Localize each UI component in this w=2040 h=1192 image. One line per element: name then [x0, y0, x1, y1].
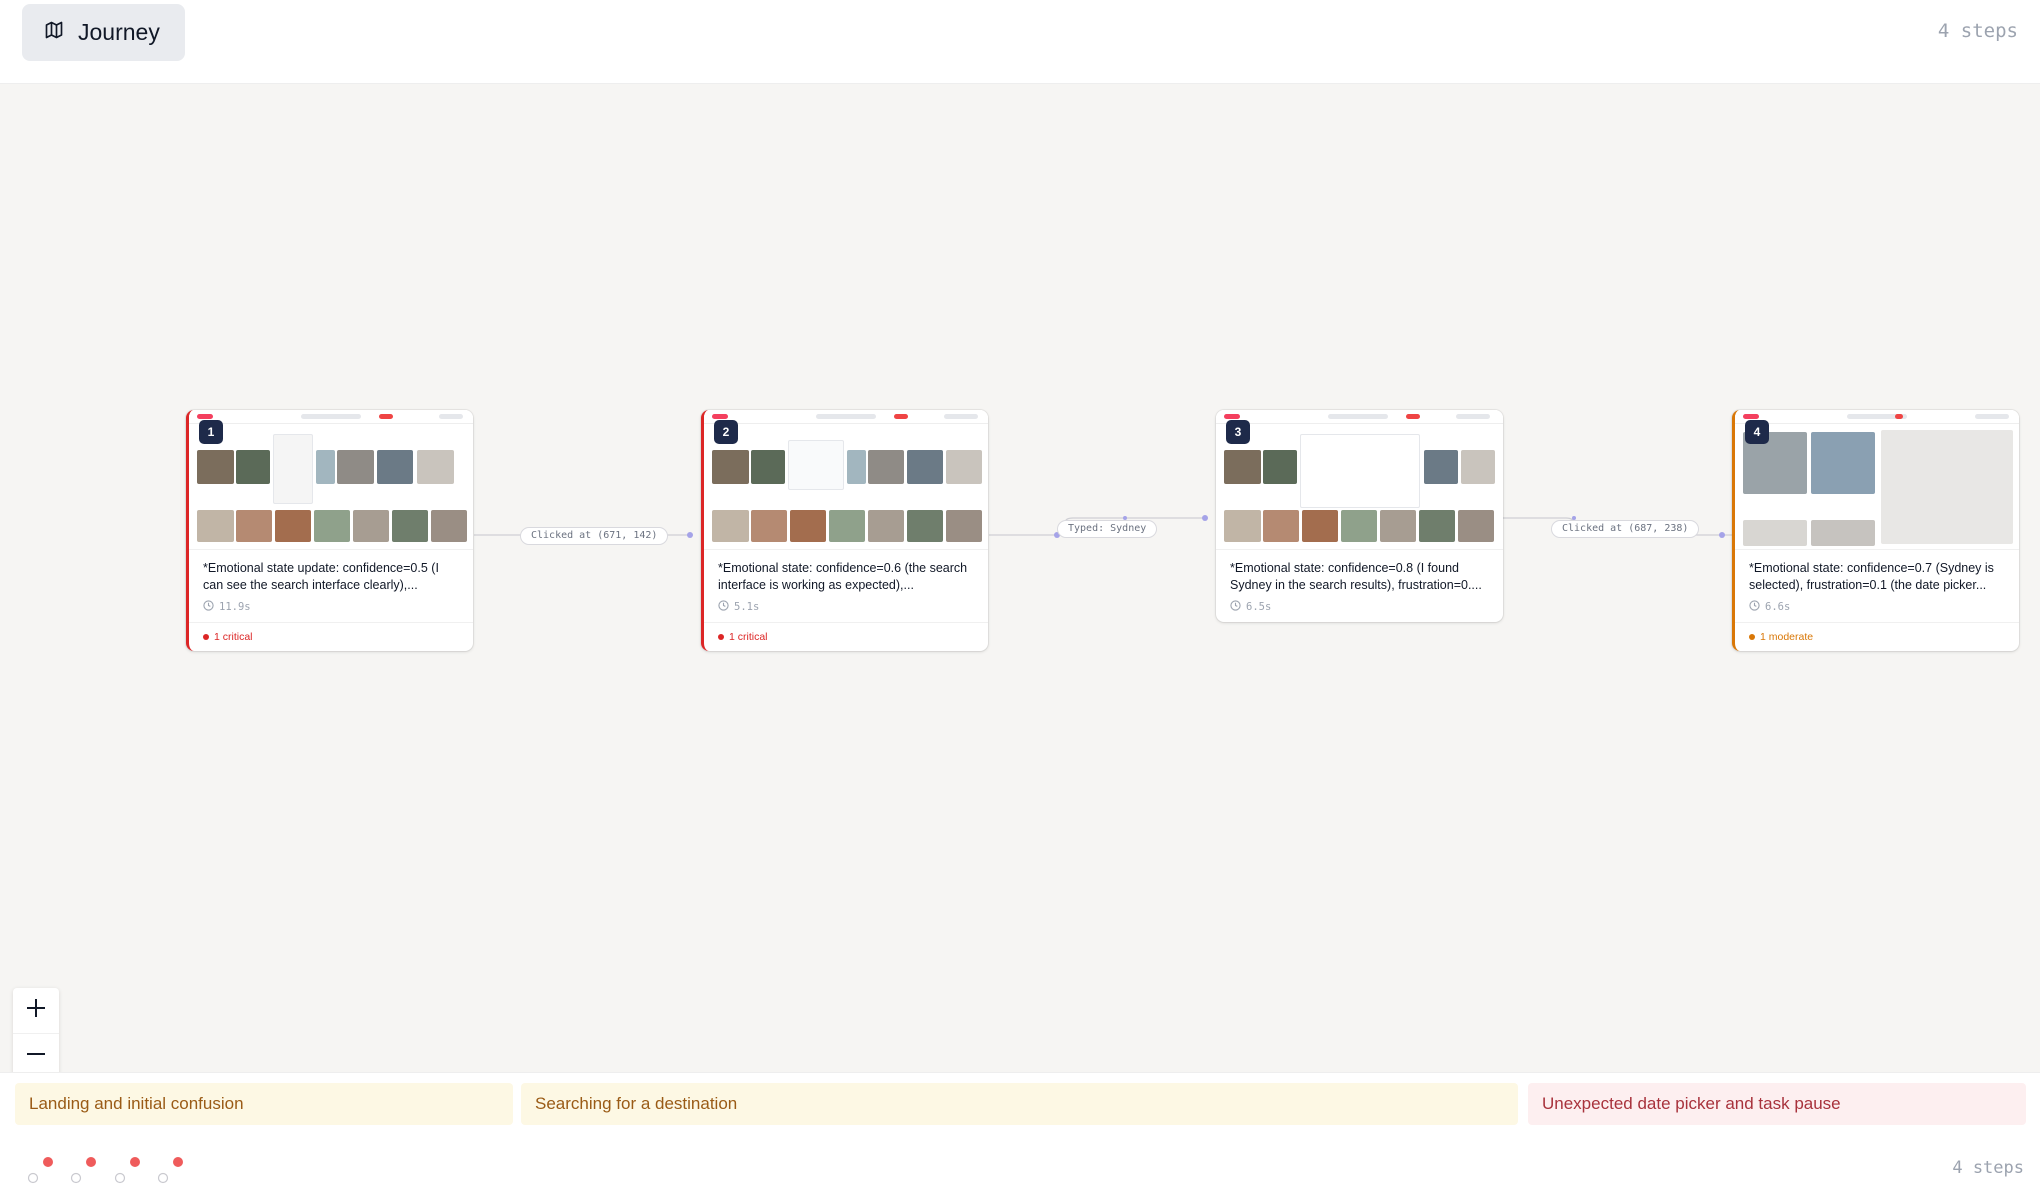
header: Journey 4 steps [0, 0, 2040, 84]
edge-label: Clicked at (671, 142) [520, 527, 669, 545]
zoom-controls [13, 988, 59, 1072]
edge-label: Typed: Sydney [1057, 520, 1158, 538]
mini-navbar [704, 410, 988, 424]
phase-label: Searching for a destination [535, 1094, 738, 1113]
step-card-4[interactable]: 4 *Emotional state: confidence=0.7 (Sydn… [1732, 410, 2019, 651]
step-description: *Emotional state: confidence=0.7 (Sydney… [1749, 561, 1994, 592]
timeline-step-2 [70, 1157, 96, 1184]
journey-button[interactable]: Journey [22, 4, 185, 61]
issue-summary: 1 critical [189, 622, 473, 651]
step-screenshot: 2 [704, 410, 988, 550]
bottom-bar: 4 steps [0, 1136, 2040, 1192]
moderate-dot [1749, 634, 1755, 640]
zoom-out-icon [25, 1043, 47, 1070]
timeline-step-1 [27, 1157, 53, 1184]
step-card-3[interactable]: 3 *Emotional state: confidence=0.8 (I fo… [1216, 410, 1503, 622]
issue-label: 1 moderate [1760, 631, 1814, 643]
clock-icon [718, 600, 729, 614]
mini-navbar [1735, 410, 2019, 424]
duration-value: 6.6s [1765, 601, 1791, 613]
journey-canvas[interactable]: Clicked at (671, 142) Typed: Sydney Clic… [0, 84, 2040, 1072]
step-description: *Emotional state update: confidence=0.5 … [203, 561, 439, 592]
mini-navbar [1216, 410, 1503, 424]
timeline-step-4 [157, 1157, 183, 1184]
edge-handle [687, 532, 693, 538]
step-description: *Emotional state: confidence=0.6 (the se… [718, 561, 968, 592]
edge-label: Clicked at (687, 238) [1551, 520, 1700, 538]
zoom-in-icon [25, 997, 47, 1024]
issue-summary: 1 moderate [1735, 622, 2019, 651]
step-number-badge: 4 [1745, 420, 1769, 444]
mini-navbar [189, 410, 473, 424]
critical-dot [203, 634, 209, 640]
clock-icon [203, 600, 214, 614]
step-card-1[interactable]: 1 *Emotional state update: confidence=0.… [186, 410, 473, 651]
phase-label: Unexpected date picker and task pause [1542, 1094, 1841, 1113]
duration-value: 11.9s [219, 601, 251, 613]
step-screenshot: 1 [189, 410, 473, 550]
clock-icon [1749, 600, 1760, 614]
date-picker-popup [1300, 434, 1420, 508]
map-icon [44, 20, 64, 45]
clock-icon [1230, 600, 1241, 614]
issue-label: 1 critical [214, 631, 253, 643]
edge-handle [1202, 515, 1208, 521]
step-duration: 6.6s [1749, 600, 2005, 614]
step-timeline [27, 1157, 183, 1184]
step-number-badge: 1 [199, 420, 223, 444]
phase-landing[interactable]: Landing and initial confusion [15, 1083, 513, 1125]
phase-label: Landing and initial confusion [29, 1094, 244, 1113]
phase-date-picker[interactable]: Unexpected date picker and task pause [1528, 1083, 2026, 1125]
issue-summary: 1 critical [704, 622, 988, 651]
edge-handle [1719, 532, 1725, 538]
step-number-badge: 3 [1226, 420, 1250, 444]
phase-searching[interactable]: Searching for a destination [521, 1083, 1518, 1125]
duration-value: 6.5s [1246, 601, 1272, 613]
step-screenshot: 4 [1735, 410, 2019, 550]
steps-count: 4 steps [1937, 20, 2018, 42]
critical-dot [718, 634, 724, 640]
step-duration: 6.5s [1230, 600, 1489, 614]
timeline-step-3 [114, 1157, 140, 1184]
zoom-in-button[interactable] [13, 988, 59, 1034]
phase-strip: Landing and initial confusion Searching … [0, 1072, 2040, 1136]
step-screenshot: 3 [1216, 410, 1503, 550]
issue-label: 1 critical [729, 631, 768, 643]
steps-count-footer: 4 steps [1952, 1158, 2024, 1178]
step-duration: 11.9s [203, 600, 459, 614]
step-number-badge: 2 [714, 420, 738, 444]
zoom-out-button[interactable] [13, 1034, 59, 1072]
step-card-2[interactable]: 2 *Emotional state: confidence=0.6 (the … [701, 410, 988, 651]
journey-label: Journey [78, 19, 160, 45]
step-description: *Emotional state: confidence=0.8 (I foun… [1230, 561, 1482, 592]
duration-value: 5.1s [734, 601, 760, 613]
step-duration: 5.1s [718, 600, 974, 614]
